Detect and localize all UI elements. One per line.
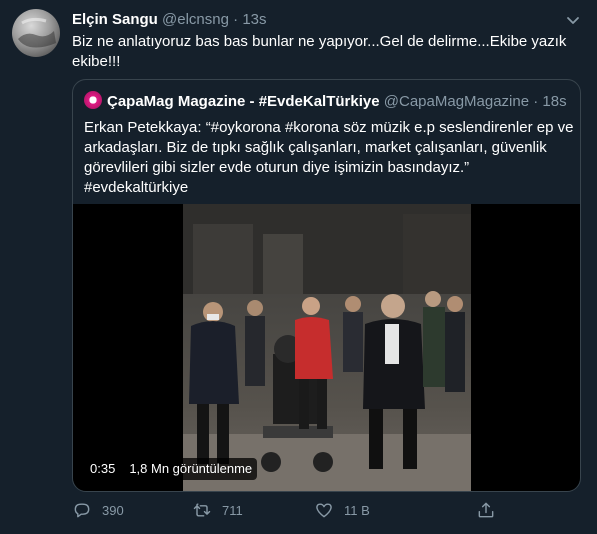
like-button[interactable]: 11 B: [314, 498, 370, 522]
heart-icon: [316, 503, 332, 518]
like-count: 11 B: [344, 502, 370, 518]
reply-icon: [74, 503, 90, 518]
author-name[interactable]: Elçin Sangu: [72, 11, 158, 28]
video-thumbnail: [183, 204, 471, 491]
tweet-actions: 390 711 11 B: [72, 498, 512, 522]
video-views: 1,8 Mn görüntülenme: [124, 458, 258, 480]
quoted-author-avatar: [84, 91, 102, 109]
video-meta: 0:35 1,8 Mn görüntülenme: [85, 458, 258, 480]
author-handle[interactable]: @elcnsng: [162, 11, 229, 28]
quoted-tweet-header: ÇapaMag Magazine - #EvdeKalTürkiye @Capa…: [84, 91, 567, 111]
video-duration: 0:35: [85, 458, 121, 480]
tweet[interactable]: Elçin Sangu @elcnsng · 13s Biz ne anlatı…: [0, 0, 597, 534]
chevron-down-icon[interactable]: [563, 10, 583, 30]
tweet-time[interactable]: 13s: [242, 11, 266, 28]
quoted-tweet-time: 18s: [542, 93, 567, 110]
share-button[interactable]: [476, 498, 506, 522]
tweet-text: Biz ne anlatıyoruz bas bas bunlar ne yap…: [72, 33, 567, 70]
retweet-icon: [193, 503, 211, 517]
quoted-tweet-text: Erkan Petekkaya: “#oykorona #korona söz …: [84, 119, 574, 196]
quoted-header-separator: ·: [533, 93, 539, 110]
retweet-count: 711: [222, 502, 243, 518]
reply-button[interactable]: 390: [72, 498, 124, 522]
share-icon: [478, 502, 494, 518]
quoted-author-handle: @CapaMagMagazine: [383, 93, 530, 110]
reply-count: 390: [102, 502, 124, 518]
quoted-tweet[interactable]: ÇapaMag Magazine - #EvdeKalTürkiye @Capa…: [72, 79, 581, 492]
author-avatar[interactable]: [12, 9, 60, 57]
retweet-button[interactable]: 711: [192, 498, 243, 522]
tweet-header: Elçin Sangu @elcnsng · 13s: [72, 10, 267, 30]
quoted-author-name: ÇapaMag Magazine - #EvdeKalTürkiye: [107, 93, 380, 110]
video-player[interactable]: 0:35 1,8 Mn görüntülenme: [73, 204, 580, 491]
header-separator: ·: [233, 11, 239, 28]
